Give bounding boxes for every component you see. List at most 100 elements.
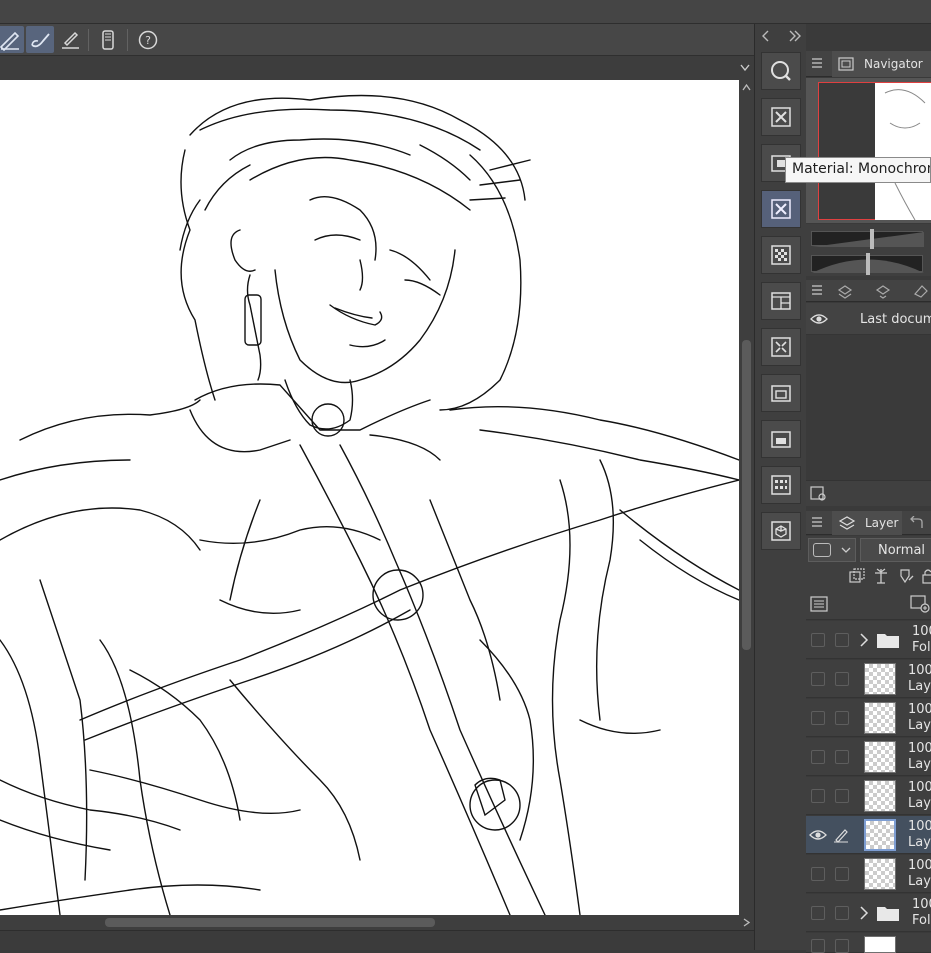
navigator-thumbnail <box>875 83 931 221</box>
layer-action-row <box>806 588 931 620</box>
layer-row[interactable]: 100 Lay <box>806 855 931 893</box>
visibility-toggle[interactable] <box>811 750 825 764</box>
blend-mode-value: Normal <box>878 543 926 558</box>
layer-name: Lay <box>908 874 931 889</box>
search-material-icon[interactable] <box>761 52 801 90</box>
layer-property-icon[interactable] <box>874 282 892 300</box>
chevron-right-icon[interactable] <box>859 633 869 647</box>
layer-opacity: 100 <box>908 858 931 873</box>
navigator-frame <box>818 82 931 221</box>
layer-row[interactable]: 100 Lay <box>806 699 931 737</box>
zoom-slider[interactable] <box>811 229 924 249</box>
color-select[interactable] <box>808 538 856 562</box>
layer-row[interactable]: 100 Lay <box>806 660 931 698</box>
edit-toggle[interactable] <box>835 711 849 725</box>
navigator-preview[interactable] <box>806 78 931 223</box>
rotate-slider[interactable] <box>811 253 924 275</box>
eraser-icon[interactable] <box>912 282 930 300</box>
canvas-tab-bar <box>0 56 754 80</box>
menu-icon[interactable] <box>812 517 822 527</box>
visibility-toggle[interactable] <box>811 789 825 803</box>
material-close-icon[interactable] <box>761 98 801 136</box>
material-3d-icon[interactable] <box>761 512 801 550</box>
horizontal-scroll-thumb[interactable] <box>105 918 435 927</box>
eye-icon[interactable] <box>810 312 828 326</box>
layer-list-icon[interactable] <box>810 596 828 612</box>
edit-toggle[interactable] <box>835 633 849 647</box>
rotate-slider-handle[interactable] <box>866 253 870 275</box>
layer-folder-row[interactable]: 100Fol <box>806 621 931 659</box>
layer-name: Lay <box>908 835 931 850</box>
layer-header: Layer <box>806 511 931 535</box>
material-pattern-icon[interactable] <box>761 466 801 504</box>
layer-row-partial[interactable] <box>806 933 931 953</box>
sub-tool-icon[interactable] <box>836 282 854 300</box>
svg-text:?: ? <box>145 34 151 47</box>
lock-icon[interactable] <box>922 567 931 585</box>
material-frame-icon[interactable] <box>761 282 801 320</box>
layers-icon <box>838 516 856 530</box>
folder-icon <box>877 907 899 921</box>
expand-right-icon[interactable] <box>788 30 802 42</box>
layer-view-icon[interactable] <box>810 486 828 502</box>
blend-mode-select[interactable]: Normal <box>860 538 931 562</box>
edit-toggle[interactable] <box>835 939 849 953</box>
visibility-toggle[interactable] <box>811 633 825 647</box>
collapse-left-icon[interactable] <box>761 30 771 42</box>
vertical-scroll-thumb[interactable] <box>742 340 751 650</box>
clip-icon[interactable] <box>848 567 866 585</box>
tab-layer[interactable]: Layer <box>832 511 902 535</box>
pen-line-icon[interactable] <box>56 26 84 53</box>
ruler-pen-icon[interactable] <box>0 26 24 53</box>
material-effect-icon[interactable] <box>761 328 801 366</box>
phone-icon[interactable] <box>94 26 122 53</box>
chevron-right-icon[interactable] <box>859 906 869 920</box>
layer-folder-row[interactable]: 100Fol <box>806 894 931 932</box>
undo-icon[interactable] <box>906 516 926 530</box>
chevron-down-icon <box>841 547 851 553</box>
layer-list: 100Fol100Lay100Lay100Lay100Lay100Lay100L… <box>806 621 931 953</box>
edit-toggle[interactable] <box>835 750 849 764</box>
layer-opacity: 100 <box>908 702 931 717</box>
chevron-down-icon[interactable] <box>740 64 750 72</box>
history-footer <box>806 480 931 506</box>
layer-row[interactable]: 100 Lay <box>806 816 931 854</box>
edit-toggle[interactable] <box>835 789 849 803</box>
layer-name: Lay <box>908 796 931 811</box>
draft-icon[interactable] <box>898 567 916 585</box>
layer-thumbnail <box>864 936 896 953</box>
history-header <box>806 280 931 302</box>
material-tone-icon[interactable] <box>761 236 801 274</box>
history-item[interactable]: Last docume <box>806 303 931 335</box>
visibility-toggle[interactable] <box>811 672 825 686</box>
visibility-toggle[interactable] <box>811 939 825 953</box>
visibility-toggle[interactable] <box>811 906 825 920</box>
menu-icon[interactable] <box>812 58 822 68</box>
pen-edit-icon[interactable] <box>833 827 849 843</box>
edit-toggle[interactable] <box>835 867 849 881</box>
title-bar <box>0 0 931 24</box>
edit-toggle[interactable] <box>835 906 849 920</box>
layer-tab-label: Layer <box>865 516 899 530</box>
navigator-tab-label: Navigator <box>864 57 923 71</box>
material-folder-icon[interactable] <box>761 420 801 458</box>
reference-icon[interactable] <box>872 567 890 585</box>
edit-toggle[interactable] <box>835 672 849 686</box>
new-layer-icon[interactable] <box>910 595 930 613</box>
visibility-toggle[interactable] <box>811 867 825 881</box>
layer-row[interactable]: 100 Lay <box>806 777 931 815</box>
menu-icon[interactable] <box>812 285 822 295</box>
layer-row[interactable]: 100 Lay <box>806 738 931 776</box>
layer-opacity: 100 <box>908 780 931 795</box>
eye-icon[interactable] <box>809 828 827 842</box>
brush-icon[interactable] <box>26 26 54 53</box>
material-monochrome-icon[interactable] <box>761 190 801 228</box>
zoom-slider-handle[interactable] <box>870 229 874 249</box>
drawing-canvas[interactable] <box>0 80 739 915</box>
help-icon[interactable]: ? <box>134 26 162 53</box>
layer-opacity: 100 <box>908 663 931 678</box>
tab-navigator[interactable]: Navigator <box>832 51 931 77</box>
visibility-toggle[interactable] <box>811 711 825 725</box>
material-background-icon[interactable] <box>761 374 801 412</box>
layer-thumbnail <box>864 663 896 695</box>
